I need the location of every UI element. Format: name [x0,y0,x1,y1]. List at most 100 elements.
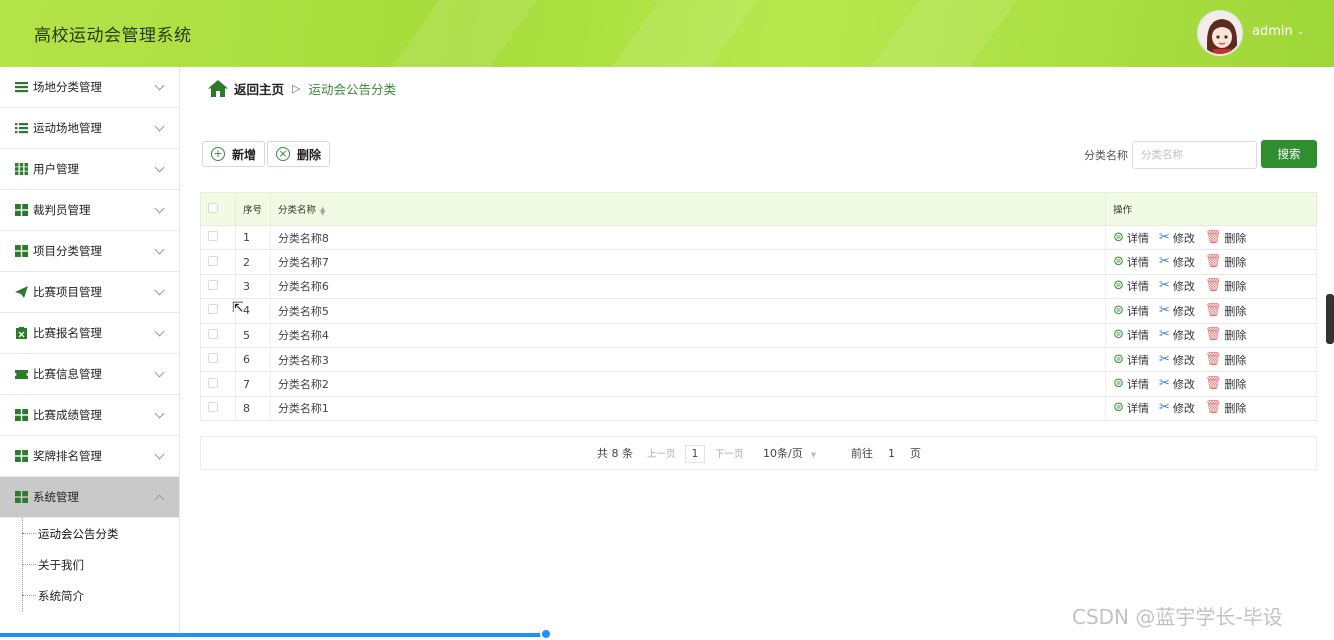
pagination-prev[interactable]: 上一页 [647,446,676,460]
page-size-select[interactable]: 10条/页 ▼ [763,445,816,461]
delete-row-button[interactable]: 🗑 删除 [1205,254,1247,270]
sidebar-item-registration[interactable]: 比赛报名管理 [0,313,179,354]
edit-button[interactable]: ✂ 修改 [1159,327,1195,343]
edit-button[interactable]: ✂ 修改 [1159,400,1195,416]
sidebar-item-venue[interactable]: 运动场地管理 [0,108,179,149]
row-checkbox[interactable] [208,353,218,364]
trash-icon: 🗑 [1204,278,1222,294]
chevron-down-icon [154,162,165,173]
video-progress-bar[interactable] [0,628,552,640]
detail-button[interactable]: ⊜ 详情 [1113,327,1149,343]
grid-icon [15,245,28,257]
detail-button[interactable]: ⊜ 详情 [1113,400,1149,416]
sidebar: 场地分类管理 运动场地管理 用户管理 裁判员管理 项目分类管理 比赛项目管理 比… [0,67,180,637]
delete-row-button[interactable]: 🗑 删除 [1205,230,1247,246]
delete-row-button[interactable]: 🗑 删除 [1205,303,1247,319]
pagination-page[interactable]: 1 [685,445,705,463]
header-decoration [381,0,539,67]
sidebar-item-label: 奖牌排名管理 [33,449,102,463]
delete-button[interactable]: × 删除 [267,141,331,167]
sidebar-item-users[interactable]: 用户管理 [0,149,179,190]
sidebar-item-venue-category[interactable]: 场地分类管理 [0,67,179,108]
row-select-cell [200,371,236,397]
row-ops: ⊜ 详情 ✂ 修改 🗑 删除 [1105,249,1317,275]
edit-label: 修改 [1172,353,1195,367]
sidebar-item-scores[interactable]: 比赛成绩管理 [0,395,179,436]
sidebar-submenu: 运动会公告分类 关于我们 系统简介 [0,518,179,611]
row-checkbox[interactable] [208,377,218,388]
delete-row-button[interactable]: 🗑 删除 [1205,278,1247,294]
sidebar-item-match-events[interactable]: 比赛项目管理 [0,272,179,313]
watermark: CSDN @蓝宇学长-毕设 [1072,605,1283,629]
grid-icon [15,163,28,175]
edit-button[interactable]: ✂ 修改 [1159,230,1195,246]
search-label: 分类名称 [1084,149,1128,162]
detail-label: 详情 [1126,353,1149,367]
scrollbar-thumb[interactable] [1326,294,1334,344]
detail-label: 详情 [1126,231,1149,245]
row-ops: ⊜ 详情 ✂ 修改 🗑 删除 [1105,371,1317,397]
edit-button[interactable]: ✂ 修改 [1159,254,1195,270]
select-all-checkbox[interactable] [208,202,218,213]
edit-button[interactable]: ✂ 修改 [1159,303,1195,319]
sidebar-subitem-system-intro[interactable]: 系统简介 [0,580,179,611]
detail-button[interactable]: ⊜ 详情 [1113,254,1149,270]
row-name: 分类名称2 [269,371,1107,397]
breadcrumb-home[interactable]: 返回主页 [234,79,284,98]
detail-button[interactable]: ⊜ 详情 [1113,303,1149,319]
row-select-cell [200,298,236,324]
sort-icon[interactable]: ▲ ▼ [320,205,325,216]
row-checkbox[interactable] [208,255,218,266]
row-index: 8 [234,396,271,422]
pagination-goto-input[interactable]: 1 [888,447,895,460]
avatar[interactable] [1197,10,1243,56]
row-checkbox[interactable] [208,231,218,242]
mouse-cursor-icon: ⇱ [232,300,244,316]
detail-button[interactable]: ⊜ 详情 [1113,278,1149,294]
detail-button[interactable]: ⊜ 详情 [1113,352,1149,368]
wrench-icon: ✂ [1158,376,1170,392]
sidebar-item-referees[interactable]: 裁判员管理 [0,190,179,231]
row-checkbox[interactable] [208,401,218,412]
list-icon [15,123,28,134]
sidebar-subitem-about-us[interactable]: 关于我们 [0,549,179,580]
chevron-down-icon: ▼ [810,451,817,459]
sidebar-subitem-notice-category[interactable]: 运动会公告分类 [0,518,179,549]
sidebar-item-match-info[interactable]: 比赛信息管理 [0,354,179,395]
row-checkbox[interactable] [208,279,218,290]
delete-row-button[interactable]: 🗑 删除 [1205,327,1247,343]
list-icon [15,82,28,93]
sidebar-item-label: 比赛项目管理 [33,285,102,299]
sidebar-item-medal-ranking[interactable]: 奖牌排名管理 [0,436,179,477]
row-ops: ⊜ 详情 ✂ 修改 🗑 删除 [1105,323,1317,348]
sidebar-item-system[interactable]: 系统管理 [0,477,179,518]
edit-button[interactable]: ✂ 修改 [1159,376,1195,392]
progress-handle[interactable] [540,628,552,640]
add-button[interactable]: + 新增 [202,141,266,167]
delete-label: 删除 [1224,231,1247,245]
row-name: 分类名称5 [269,298,1107,324]
user-menu[interactable]: admin ⌄ [1252,24,1304,39]
column-header-name[interactable]: 分类名称 ▲ ▼ [269,192,1107,226]
search-input[interactable] [1132,141,1257,169]
detail-icon: ⊜ [1113,254,1124,270]
pagination-next[interactable]: 下一页 [715,446,744,460]
row-checkbox[interactable] [208,328,218,339]
edit-button[interactable]: ✂ 修改 [1159,278,1195,294]
detail-button[interactable]: ⊜ 详情 [1113,376,1149,392]
trash-icon: 🗑 [1204,229,1222,245]
detail-button[interactable]: ⊜ 详情 [1113,230,1149,246]
chevron-down-icon [154,203,165,214]
table-row: 7 分类名称2 ⊜ 详情 ✂ 修改 🗑 删除 [200,371,1317,397]
breadcrumb-current: 运动会公告分类 [308,82,396,97]
delete-label: 删除 [1224,402,1247,416]
delete-row-button[interactable]: 🗑 删除 [1205,352,1247,368]
sidebar-item-event-category[interactable]: 项目分类管理 [0,231,179,272]
header-decoration [861,0,1019,67]
delete-row-button[interactable]: 🗑 删除 [1205,400,1247,416]
delete-row-button[interactable]: 🗑 删除 [1205,376,1247,392]
row-checkbox[interactable] [208,304,218,315]
search-button[interactable]: 搜索 [1261,140,1317,168]
detail-icon: ⊜ [1113,302,1124,318]
edit-button[interactable]: ✂ 修改 [1159,352,1195,368]
